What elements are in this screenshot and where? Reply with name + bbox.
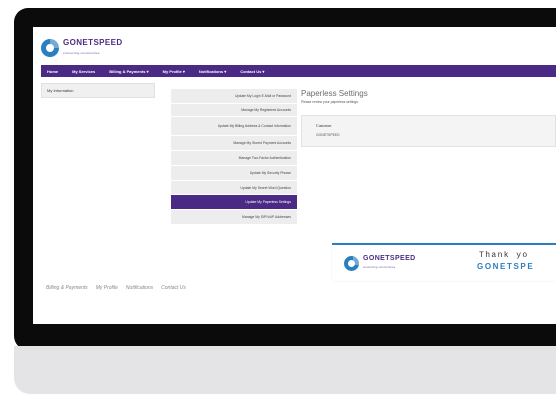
promo-banner: GONETSPEED connecting communities Thank … xyxy=(332,243,556,281)
logo-tagline: connecting communities xyxy=(63,51,100,55)
main-nav: Home My Services Billing & Payments ▾ My… xyxy=(41,65,556,77)
menu-item-secret-word[interactable]: Update My Secret Word Question xyxy=(171,181,297,195)
browser-viewport: GONETSPEED connecting communities Home M… xyxy=(33,27,556,324)
menu-item-security-phrase[interactable]: Update My Security Phrase xyxy=(171,166,297,181)
footer-link-contact[interactable]: Contact Us xyxy=(161,285,186,291)
page-subtitle: Please review your paperless settings. xyxy=(301,100,359,104)
customer-panel: Customer GONETSPEED xyxy=(301,115,556,147)
laptop-base xyxy=(14,346,556,394)
menu-item-registered-accounts[interactable]: Manage My Registered Accounts xyxy=(171,104,297,117)
footer-links: Billing & Payments My Profile Notificati… xyxy=(46,285,186,291)
profile-menu: Update My Login E-Mail or Password Manag… xyxy=(171,89,297,225)
logo-wordmark: GONETSPEED xyxy=(63,38,123,47)
banner-tagline: connecting communities xyxy=(363,266,396,269)
customer-value: GONETSPEED xyxy=(316,133,340,137)
nav-billing-payments[interactable]: Billing & Payments ▾ xyxy=(103,69,156,74)
laptop-mockup: GONETSPEED connecting communities Home M… xyxy=(0,0,556,394)
menu-item-login-email[interactable]: Update My Login E-Mail or Password xyxy=(171,89,297,104)
nav-notifications[interactable]: Notifications ▾ xyxy=(193,69,234,74)
banner-logo-swirl-icon xyxy=(344,256,362,271)
banner-brand-text: GONETSPE xyxy=(477,262,535,271)
logo-swirl-icon xyxy=(41,39,59,57)
footer-link-profile[interactable]: My Profile xyxy=(96,285,118,291)
site-logo[interactable]: GONETSPEED connecting communities xyxy=(41,37,123,59)
footer-link-notifications[interactable]: Notifications xyxy=(126,285,153,291)
banner-thank-you-text: Thank yo xyxy=(479,251,529,260)
footer-link-billing[interactable]: Billing & Payments xyxy=(46,285,88,291)
nav-contact-us[interactable]: Contact Us ▾ xyxy=(234,69,272,74)
nav-home[interactable]: Home xyxy=(41,69,66,74)
menu-item-paperless-settings[interactable]: Update My Paperless Settings xyxy=(171,195,297,210)
menu-item-payment-accounts[interactable]: Manage My Stored Payment Accounts xyxy=(171,136,297,151)
menu-item-sip-voip[interactable]: Manage My SIP/VoIP Addresses xyxy=(171,210,297,225)
menu-item-billing-address[interactable]: Update My Billing Address & Contact Info… xyxy=(171,117,297,136)
page-title: Paperless Settings xyxy=(301,89,368,98)
customer-label: Customer xyxy=(316,123,332,128)
banner-wordmark: GONETSPEED xyxy=(363,255,416,262)
sidebar-my-information[interactable]: My Information xyxy=(41,83,155,98)
menu-item-two-factor[interactable]: Manage Two-Factor Authentication xyxy=(171,151,297,166)
banner-logo: GONETSPEED connecting communities xyxy=(344,255,416,272)
sidebar-label: My Information xyxy=(47,88,74,93)
nav-my-profile[interactable]: My Profile ▾ xyxy=(157,69,193,74)
nav-my-services[interactable]: My Services xyxy=(66,69,103,74)
